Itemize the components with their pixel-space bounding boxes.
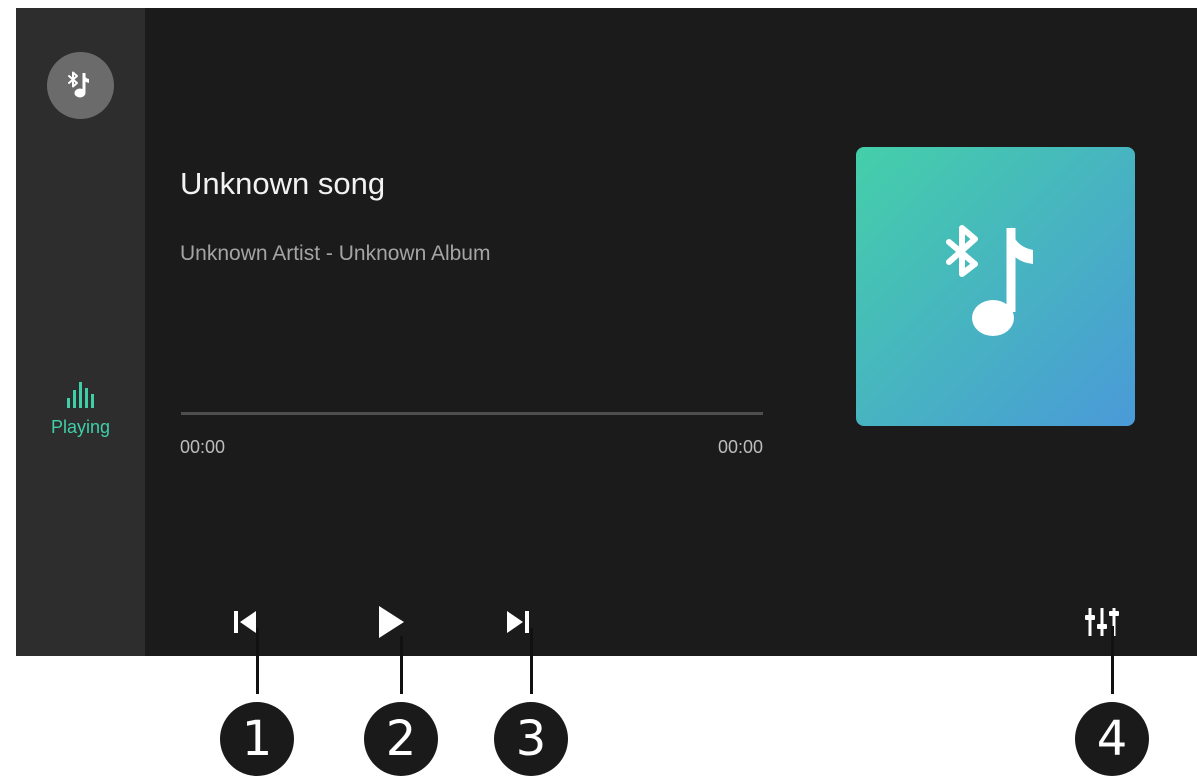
skip-next-icon xyxy=(507,611,529,633)
previous-track-button[interactable] xyxy=(223,600,267,644)
song-title: Unknown song xyxy=(180,166,386,201)
bluetooth-music-icon xyxy=(945,224,1033,336)
callout-1: 1 xyxy=(220,702,294,776)
bluetooth-music-icon xyxy=(67,71,89,97)
album-art xyxy=(856,147,1135,426)
callout-3: 3 xyxy=(494,702,568,776)
play-button[interactable] xyxy=(369,600,413,644)
next-track-button[interactable] xyxy=(496,600,540,644)
skip-previous-icon xyxy=(234,611,256,633)
callout-2: 2 xyxy=(364,702,438,776)
sidebar: Playing xyxy=(16,8,145,656)
total-time: 00:00 xyxy=(717,437,763,457)
equalizer-bars-icon xyxy=(66,382,94,408)
sound-settings-button[interactable] xyxy=(1080,600,1124,644)
callout-line-4 xyxy=(1111,626,1114,694)
bluetooth-music-screen: Playing Unknown song Unknown Artist - Un… xyxy=(16,8,1197,656)
nav-item-playing[interactable]: Playing xyxy=(16,380,145,450)
callout-line-2 xyxy=(400,636,403,694)
artist-album-text: Unknown Artist - Unknown Album xyxy=(180,242,491,265)
progress-bar[interactable] xyxy=(181,412,763,415)
play-icon xyxy=(379,606,404,638)
callout-4: 4 xyxy=(1075,702,1149,776)
sound-settings-icon xyxy=(1085,608,1119,636)
elapsed-time: 00:00 xyxy=(180,437,226,457)
callout-line-1 xyxy=(256,628,259,694)
bluetooth-source-button[interactable] xyxy=(47,52,114,119)
callout-line-3 xyxy=(530,628,533,694)
nav-item-label: Playing xyxy=(50,417,111,437)
